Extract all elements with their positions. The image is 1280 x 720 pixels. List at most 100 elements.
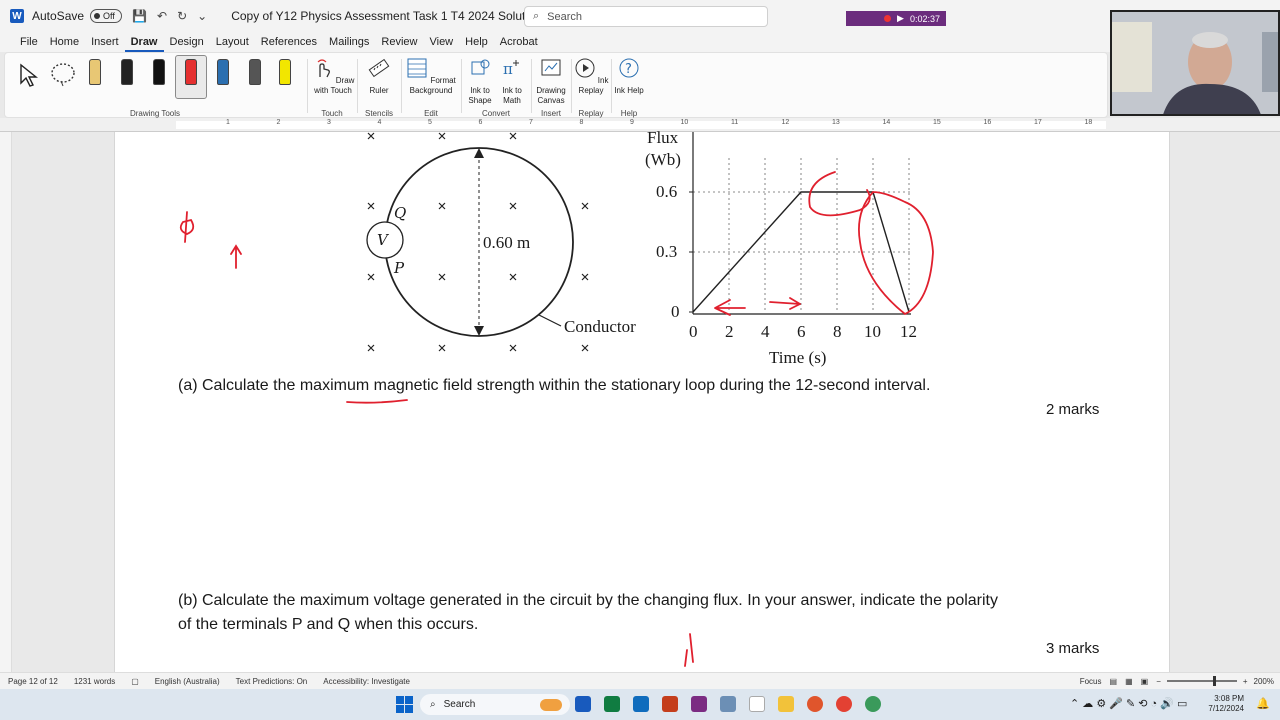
ink-to-math-button[interactable]: π Ink to Math	[497, 57, 527, 106]
replay-group: Ink Replay Replay	[573, 53, 609, 119]
edit-group: Format Background Edit	[403, 53, 459, 119]
text-predictions[interactable]: Text Predictions: On	[236, 677, 308, 686]
proofing-icon[interactable]: ▢	[131, 677, 139, 686]
menu-design[interactable]: Design	[164, 32, 210, 52]
menu-references[interactable]: References	[255, 32, 323, 52]
ink-replay-button[interactable]: Ink Replay	[573, 57, 609, 96]
system-tray-icons[interactable]: ⌃ ☁ ⚙ 🎤 ✎ ⟲ ◔ 🔊 ▭	[1070, 697, 1187, 710]
pen-gray-icon[interactable]	[249, 59, 261, 85]
search-input[interactable]: ⌕ Search	[524, 6, 768, 27]
taskbar-search[interactable]: ⌕ Search	[420, 694, 570, 715]
select-arrow-icon[interactable]	[19, 63, 39, 87]
ribbon-separator	[401, 59, 402, 113]
horizontal-ruler[interactable]: 1 2 3 4 5 6 7 8 9 10 11 12 13 14 15 16 17 18	[0, 118, 1280, 132]
word-count[interactable]: 1231 words	[74, 677, 115, 686]
menu-insert[interactable]: Insert	[85, 32, 125, 52]
redo-icon[interactable]: ↻	[177, 9, 187, 23]
svg-text:π: π	[503, 60, 513, 78]
print-layout-icon[interactable]: ▦	[1125, 677, 1133, 686]
notepad-taskbar-icon[interactable]	[749, 696, 765, 712]
windows-taskbar: ⌕ Search ⌃ ☁ ⚙ 🎤 ✎ ⟲ ◔ 🔊 ▭ 3:08 PM 7/12/…	[0, 689, 1280, 720]
drawing-canvas-button[interactable]: Drawing Canvas	[533, 57, 569, 106]
customize-qat-icon[interactable]: ⌄	[197, 9, 207, 23]
chrome-profile-taskbar-icon[interactable]	[865, 696, 881, 712]
outlook-taskbar-icon[interactable]	[633, 696, 649, 712]
menu-layout[interactable]: Layout	[210, 32, 255, 52]
play-icon[interactable]: ▶	[897, 13, 904, 24]
menu-acrobat[interactable]: Acrobat	[494, 32, 544, 52]
menu-view[interactable]: View	[423, 32, 459, 52]
zoom-out-icon[interactable]: −	[1156, 677, 1161, 686]
menu-home[interactable]: Home	[44, 32, 85, 52]
ruler-number: 3	[327, 119, 331, 126]
accessibility-status[interactable]: Accessibility: Investigate	[323, 677, 410, 686]
web-layout-icon[interactable]: ▣	[1141, 677, 1149, 686]
presenter-video-icon	[1112, 12, 1278, 114]
recording-toolbar[interactable]: ▶ 0:02:37	[846, 11, 946, 26]
read-mode-icon[interactable]: ▤	[1110, 677, 1118, 686]
pen-black-icon[interactable]	[121, 59, 133, 85]
snipping-tool-taskbar-icon[interactable]	[720, 696, 736, 712]
windows-start-icon[interactable]	[396, 696, 413, 713]
page-count[interactable]: Page 12 of 12	[8, 677, 58, 686]
chrome-taskbar-icon[interactable]	[836, 696, 852, 712]
pen-red-icon[interactable]	[185, 59, 197, 85]
menu-file[interactable]: File	[14, 32, 44, 52]
ink-to-shape-button[interactable]: Ink to Shape	[465, 57, 495, 106]
browser-taskbar-icon[interactable]	[807, 696, 823, 712]
save-icon[interactable]: 💾	[132, 9, 147, 23]
question-b-line-1: (b) Calculate the maximum voltage genera…	[178, 592, 998, 609]
question-a-marks: 2 marks	[1046, 401, 1100, 418]
onenote-taskbar-icon[interactable]	[691, 696, 707, 712]
ruler-button[interactable]: Ruler	[361, 57, 397, 96]
zoom-in-icon[interactable]: +	[1243, 677, 1248, 686]
insert-group-label: Insert	[540, 109, 561, 118]
notification-bell-icon[interactable]: 🔔	[1256, 697, 1270, 710]
drawing-canvas-icon	[541, 59, 561, 76]
zoom-slider-thumb[interactable]	[1212, 676, 1216, 686]
draw-with-touch-button[interactable]: Draw with Touch	[311, 57, 355, 96]
lasso-select-icon[interactable]	[49, 61, 77, 87]
question-b-marks: 3 marks	[1046, 640, 1100, 657]
language-indicator[interactable]: English (Australia)	[155, 677, 220, 686]
x-tick-8: 8	[833, 322, 842, 341]
zoom-level[interactable]: 200%	[1254, 677, 1274, 686]
ruler-number: 6	[478, 119, 483, 126]
ruler-number: 2	[276, 119, 281, 126]
ribbon-separator	[307, 59, 308, 113]
document-page[interactable]: V Q P 0.60 m Conductor Flux (Wb) 0.6 0.3…	[114, 128, 1170, 672]
x-tick-12: 12	[900, 322, 917, 341]
pencil-tool-icon[interactable]	[89, 59, 101, 85]
x-tick-6: 6	[797, 322, 806, 341]
menu-draw[interactable]: Draw	[124, 32, 164, 52]
taskbar-clock[interactable]: 3:08 PM 7/12/2024	[1208, 694, 1244, 714]
vertical-ruler[interactable]	[0, 132, 12, 672]
pen-black-2-icon[interactable]	[153, 59, 165, 85]
menu-help[interactable]: Help	[459, 32, 494, 52]
ribbon-separator	[357, 59, 358, 113]
ribbon-separator	[461, 59, 462, 113]
word-taskbar-icon[interactable]	[575, 696, 591, 712]
ink-help-button[interactable]: ? Ink Help	[613, 57, 645, 96]
powerpoint-taskbar-icon[interactable]	[662, 696, 678, 712]
highlighter-yellow-icon[interactable]	[279, 59, 291, 85]
pen-blue-icon[interactable]	[217, 59, 229, 85]
file-explorer-taskbar-icon[interactable]	[778, 696, 794, 712]
undo-icon[interactable]: ↶	[157, 9, 167, 23]
status-bar: Page 12 of 12 1231 words ▢ English (Aust…	[0, 672, 1280, 689]
y-tick-0: 0	[671, 302, 680, 321]
graph-y-label-2: (Wb)	[645, 150, 681, 169]
document-title[interactable]: Copy of Y12 Physics Assessment Task 1 T4…	[231, 9, 547, 23]
svg-text:?: ?	[625, 62, 632, 77]
excel-taskbar-icon[interactable]	[604, 696, 620, 712]
menu-review[interactable]: Review	[375, 32, 423, 52]
autosave-toggle[interactable]: Off	[90, 9, 123, 23]
record-icon[interactable]	[884, 15, 892, 22]
zoom-slider[interactable]	[1166, 676, 1237, 686]
format-background-button[interactable]: Format Background	[403, 57, 459, 96]
ruler-number: 8	[579, 119, 584, 126]
format-background-icon	[407, 58, 427, 78]
menu-mailings[interactable]: Mailings	[323, 32, 375, 52]
focus-button[interactable]: Focus	[1080, 677, 1102, 686]
point-p-label: P	[394, 259, 405, 277]
